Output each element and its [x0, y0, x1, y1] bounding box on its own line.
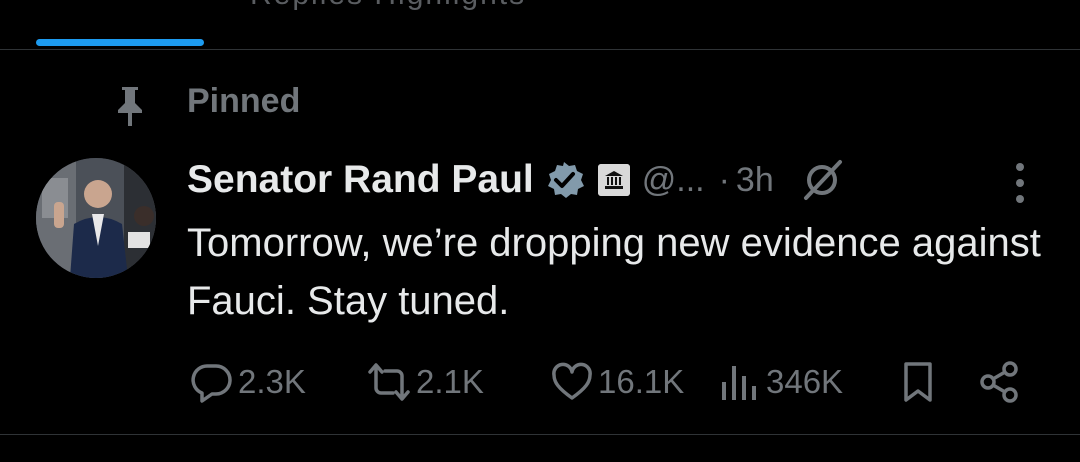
views-button[interactable]: 346K	[718, 360, 843, 404]
views-icon	[722, 366, 756, 400]
grok-icon[interactable]	[800, 158, 844, 202]
share-icon	[980, 361, 1018, 403]
like-icon	[552, 362, 592, 400]
like-count: 16.1K	[598, 363, 685, 400]
avatar-photo	[36, 158, 156, 278]
reply-icon	[191, 364, 232, 403]
views-count: 346K	[766, 363, 844, 400]
bookmark-button[interactable]	[898, 360, 938, 404]
like-button[interactable]: 16.1K	[550, 360, 684, 404]
avatar[interactable]	[36, 158, 156, 278]
reply-button[interactable]: 2.3K	[190, 360, 306, 404]
repost-count: 2.1K	[416, 363, 484, 400]
tab-divider	[0, 49, 1080, 50]
author-handle[interactable]: @...	[642, 161, 705, 200]
tweet-header: Senator Rand Paul @... · 3h	[187, 155, 844, 205]
government-badge-icon[interactable]	[597, 164, 630, 196]
pinned-label: Pinned	[187, 82, 301, 120]
pin-icon	[118, 87, 142, 126]
profile-tab-bar: Replies Highlights	[0, 0, 1080, 50]
author-name[interactable]: Senator Rand Paul	[187, 158, 534, 202]
tweet-divider	[0, 434, 1080, 435]
header-separator: ·	[718, 160, 730, 199]
active-tab-indicator	[36, 39, 204, 46]
verified-badge-icon[interactable]	[544, 160, 584, 200]
tweet-text: Tomorrow, we’re dropping new evidence ag…	[187, 221, 1041, 323]
repost-icon	[368, 363, 410, 401]
tab-label-cropped[interactable]: Replies Highlights	[250, 0, 526, 12]
more-options-icon[interactable]	[1010, 160, 1030, 206]
bookmark-icon	[904, 362, 932, 402]
repost-button[interactable]: 2.1K	[366, 360, 484, 404]
tweet-timestamp[interactable]: 3h	[736, 161, 774, 200]
share-button[interactable]	[978, 360, 1022, 404]
reply-count: 2.3K	[238, 363, 306, 400]
